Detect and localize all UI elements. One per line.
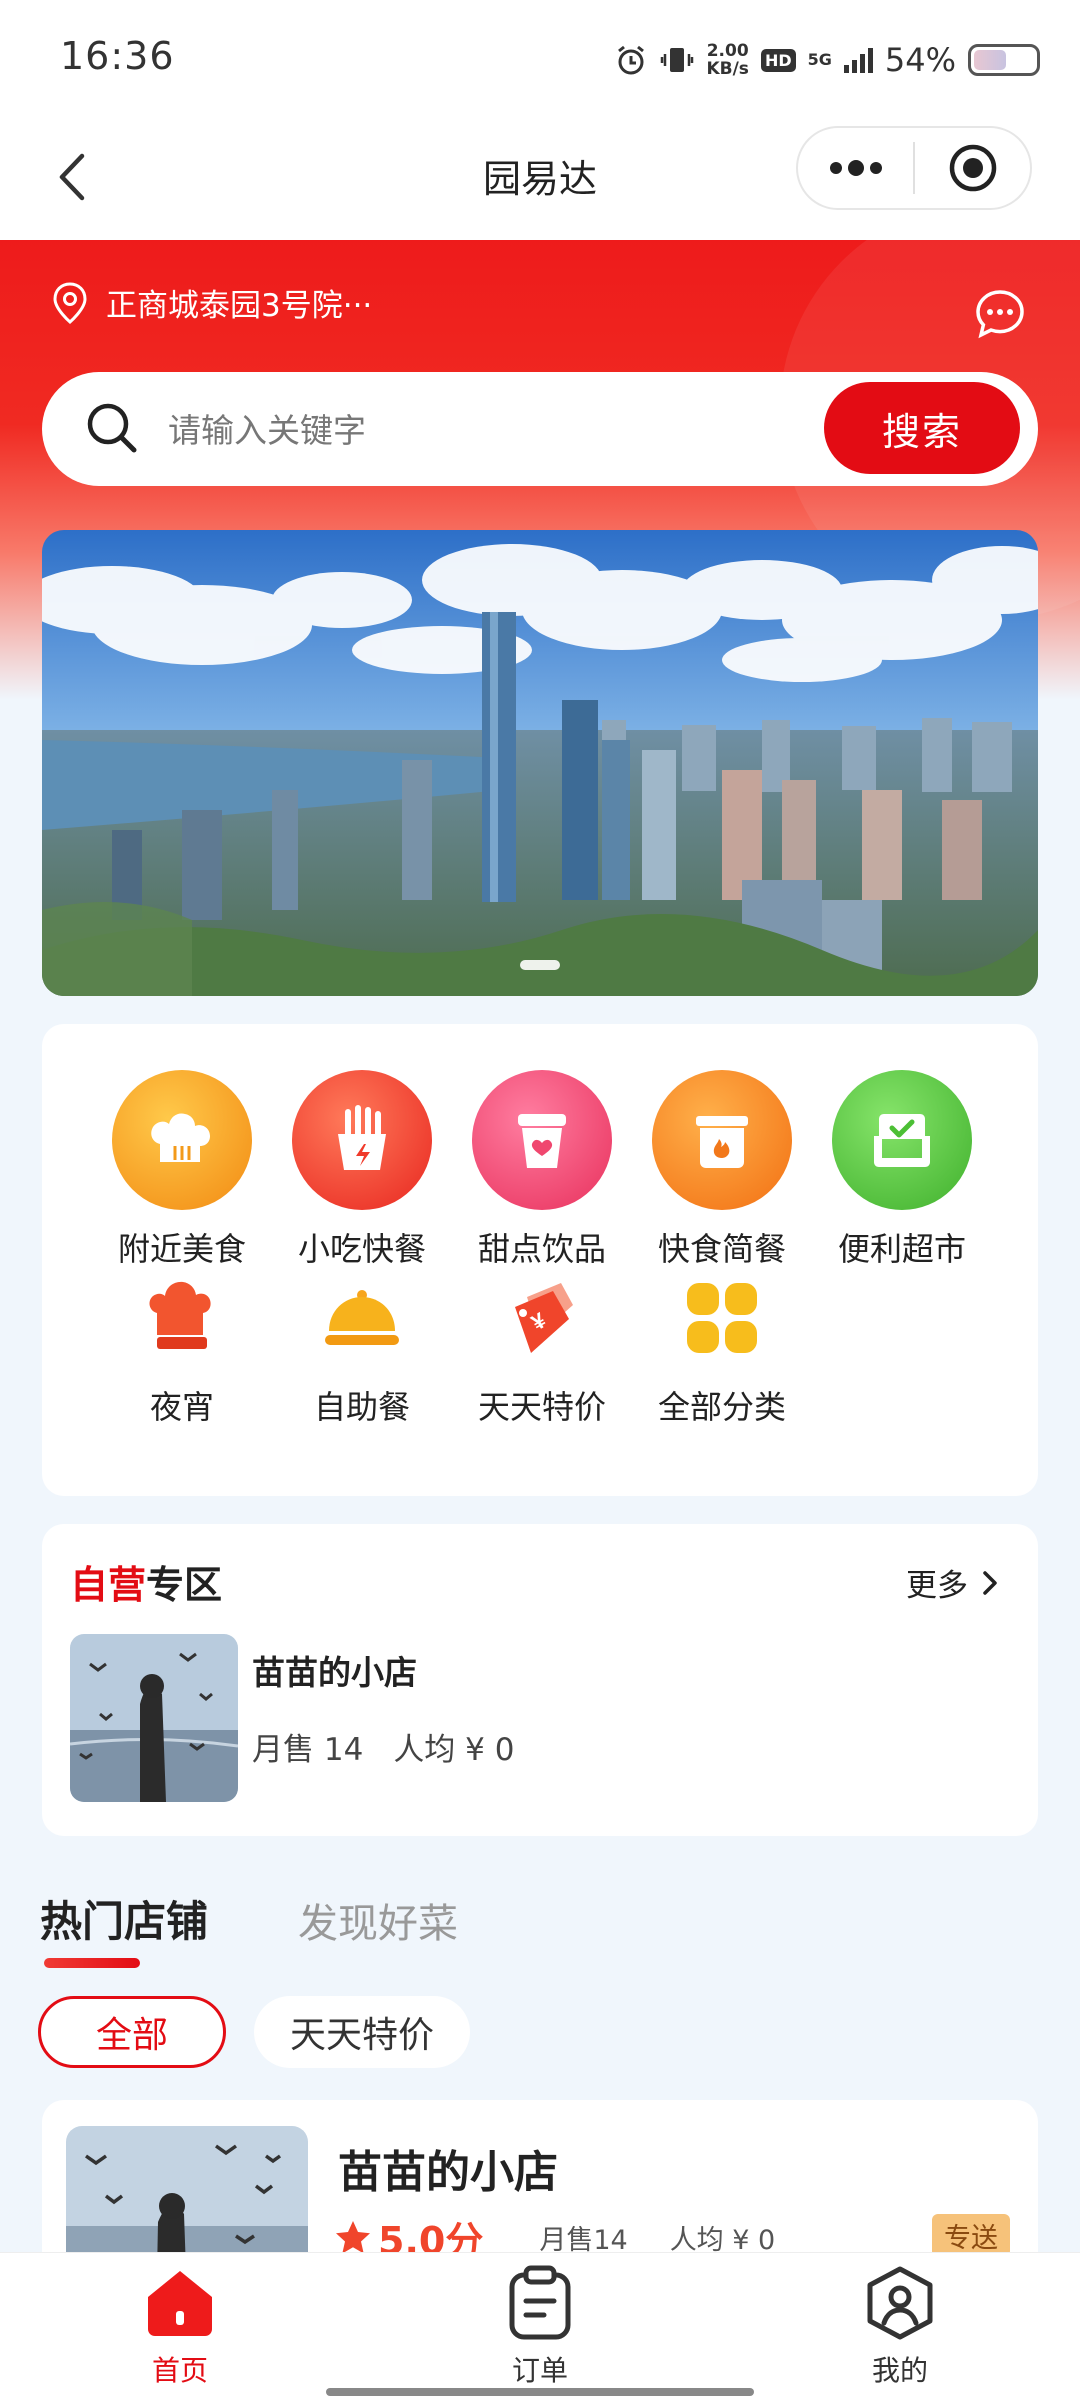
more-button[interactable] bbox=[798, 128, 913, 208]
more-link[interactable]: 更多 bbox=[906, 1560, 1000, 1605]
category-label: 附近美食 bbox=[117, 1230, 246, 1268]
title-highlight: 自营 bbox=[70, 1563, 147, 1607]
delivery-badge: 专送 bbox=[932, 2214, 1010, 2257]
vibrate-icon bbox=[661, 48, 694, 72]
home-icon bbox=[148, 2271, 212, 2336]
status-time: 16:36 bbox=[60, 34, 175, 78]
signal-icon bbox=[843, 47, 873, 73]
filter-chips: 全部 天天特价 bbox=[38, 1996, 470, 2068]
active-tab-indicator bbox=[44, 1958, 140, 1968]
location-selector[interactable]: 正商城泰园3号院··· bbox=[50, 280, 372, 325]
search-bar: 搜索 bbox=[42, 372, 1038, 486]
battery-level bbox=[974, 50, 1007, 70]
category-label: 甜点饮品 bbox=[477, 1230, 606, 1268]
category-nearby-food[interactable]: 附近美食 bbox=[92, 1070, 272, 1270]
net-speed-unit: KB/s bbox=[706, 59, 749, 79]
hd-badge: HD bbox=[760, 48, 796, 72]
shop-tabs: 热门店铺 发现好菜 bbox=[40, 1888, 458, 1949]
search-icon bbox=[87, 403, 137, 453]
filter-chip-daily-deals[interactable]: 天天特价 bbox=[254, 1996, 470, 2068]
category-fast-meals[interactable]: 快食简餐 bbox=[632, 1070, 812, 1270]
search-input[interactable] bbox=[168, 400, 848, 460]
category-convenience-store[interactable]: 便利超市 bbox=[812, 1070, 992, 1270]
star-icon bbox=[336, 2220, 370, 2253]
tabbar-profile[interactable]: 我的 bbox=[820, 2263, 980, 2389]
section-title: 自营专区 bbox=[70, 1554, 222, 1609]
home-indicator[interactable] bbox=[326, 2388, 754, 2396]
location-text: 正商城泰园3号院··· bbox=[106, 288, 373, 324]
category-label: 天天特价 bbox=[477, 1388, 606, 1426]
more-dots-icon bbox=[829, 160, 882, 176]
battery-icon bbox=[968, 44, 1040, 76]
status-bar: 16:36 2.00 KB/s HD 5G 54% bbox=[0, 0, 1080, 118]
bottom-tab-bar: 首页 订单 我的 bbox=[0, 2252, 1080, 2400]
drink-cup-icon bbox=[472, 1070, 612, 1210]
search-button[interactable]: 搜索 bbox=[824, 382, 1020, 474]
category-label: 快食简餐 bbox=[657, 1230, 786, 1268]
location-pin-icon bbox=[53, 281, 87, 324]
shop-name: 苗苗的小店 bbox=[338, 2147, 558, 2198]
promo-banner[interactable] bbox=[42, 530, 1038, 996]
food-box-icon bbox=[652, 1070, 792, 1210]
close-miniprogram-button[interactable] bbox=[915, 128, 1030, 208]
tab-discover-dishes[interactable]: 发现好菜 bbox=[298, 1891, 458, 1949]
category-label: 小吃快餐 bbox=[297, 1230, 426, 1268]
chevron-right-icon bbox=[983, 1570, 997, 1595]
tabbar-orders[interactable]: 订单 bbox=[460, 2263, 620, 2389]
price-tag-icon: ¥ bbox=[492, 1268, 592, 1368]
category-label: 夜宵 bbox=[149, 1388, 214, 1426]
category-buffet[interactable]: 自助餐 bbox=[272, 1268, 452, 1428]
category-label: 全部分类 bbox=[657, 1388, 786, 1426]
fries-icon bbox=[292, 1070, 432, 1210]
avg-price: 人均 ¥ 0 bbox=[393, 1732, 515, 1768]
monthly-sales: 月售 14 bbox=[252, 1732, 364, 1768]
city-skyline-image bbox=[42, 530, 1038, 996]
buffet-dome-icon bbox=[312, 1268, 412, 1368]
miniprogram-capsule bbox=[796, 126, 1032, 210]
profile-icon bbox=[867, 2266, 933, 2340]
order-clipboard-icon bbox=[509, 2265, 571, 2340]
category-label: 自助餐 bbox=[313, 1388, 410, 1426]
status-icons: 2.00 KB/s HD 5G 54% bbox=[614, 36, 1040, 84]
category-snacks[interactable]: 小吃快餐 bbox=[272, 1070, 452, 1270]
chef-hat-icon bbox=[112, 1070, 252, 1210]
category-grid: 附近美食 小吃快餐 甜点饮品 快食简餐 便利超市 夜宵 自助餐 ¥ 天天特价 全… bbox=[42, 1024, 1038, 1496]
shop-name[interactable]: 苗苗的小店 bbox=[252, 1646, 417, 1694]
shop-thumbnail[interactable] bbox=[70, 1634, 238, 1802]
category-all[interactable]: 全部分类 bbox=[632, 1268, 812, 1428]
night-snack-icon bbox=[132, 1268, 232, 1368]
battery-percent: 54% bbox=[884, 41, 956, 79]
store-chair-icon bbox=[832, 1070, 972, 1210]
network-type: 5G bbox=[807, 50, 832, 69]
banner-pagination bbox=[42, 960, 1038, 970]
category-desserts-drinks[interactable]: 甜点饮品 bbox=[452, 1070, 632, 1270]
category-night-snack[interactable]: 夜宵 bbox=[92, 1268, 272, 1428]
message-icon[interactable] bbox=[974, 288, 1026, 340]
tabbar-label: 订单 bbox=[511, 2354, 568, 2387]
category-daily-deals[interactable]: ¥ 天天特价 bbox=[452, 1268, 632, 1428]
banner-dot-active[interactable] bbox=[520, 960, 560, 970]
tabbar-home[interactable]: 首页 bbox=[100, 2263, 260, 2389]
net-speed-value: 2.00 bbox=[706, 41, 749, 61]
more-label: 更多 bbox=[906, 1568, 968, 1604]
tabbar-label: 我的 bbox=[871, 2354, 928, 2387]
grid-icon bbox=[672, 1268, 772, 1368]
target-close-icon bbox=[949, 144, 996, 192]
nav-bar: 园易达 bbox=[0, 118, 1080, 240]
category-label: 便利超市 bbox=[837, 1230, 966, 1268]
alarm-icon bbox=[618, 45, 645, 75]
tabbar-label: 首页 bbox=[151, 2354, 208, 2387]
tab-hot-shops[interactable]: 热门店铺 bbox=[40, 1888, 208, 1949]
net-speed: 2.00 KB/s bbox=[706, 42, 748, 78]
filter-chip-all[interactable]: 全部 bbox=[38, 1996, 226, 2068]
seagull-photo-image bbox=[70, 1634, 238, 1802]
title-rest: 专区 bbox=[146, 1563, 223, 1607]
shop-stats: 月售 14 人均 ¥ 0 bbox=[252, 1724, 514, 1769]
self-operated-section: 自营专区 更多 苗苗的小店 月售 14 人均 ¥ 0 bbox=[42, 1524, 1038, 1836]
